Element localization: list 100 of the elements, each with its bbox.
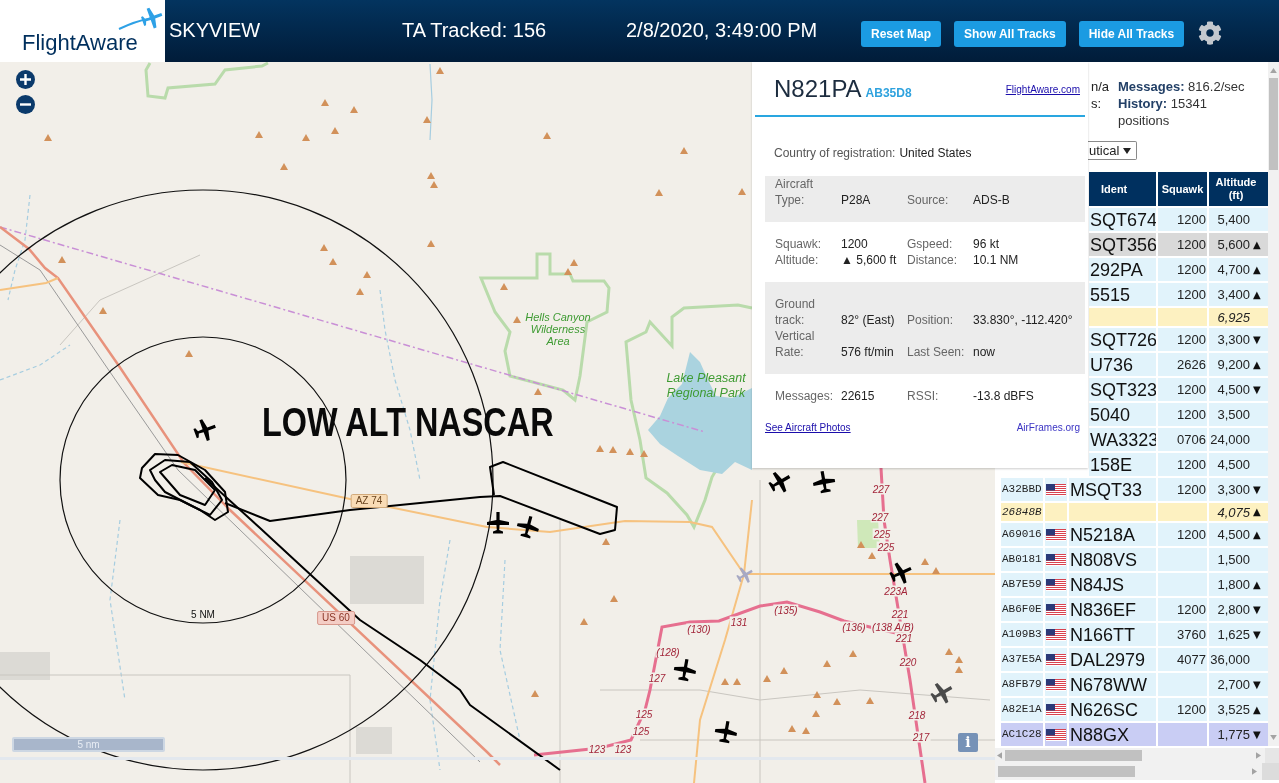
altitude-value: 3,300 — [1217, 482, 1250, 497]
hex-code: A82E1A — [1002, 703, 1042, 716]
plus-icon — [20, 74, 31, 85]
table-row[interactable]: U736 2626 9,200 ▲ — [1089, 353, 1268, 376]
table-row[interactable]: AB7E59 N84JS 1,800 ▲ — [1001, 573, 1268, 596]
table-row[interactable]: A32BBD MSQT33 1200 3,300 ▼ — [1001, 478, 1268, 501]
photos-link[interactable]: See Aircraft Photos — [765, 422, 851, 434]
app-title: SKYVIEW — [169, 19, 261, 41]
aircraft-hex-code: AB35D8 — [865, 86, 912, 100]
airplane-icon[interactable] — [193, 419, 216, 441]
table-row[interactable]: 6,925 — [1089, 308, 1268, 326]
field-value: 10.1 NM — [973, 252, 1020, 268]
peak-icon — [423, 116, 431, 123]
trend-arrow: ▼ — [1253, 678, 1261, 691]
table-row[interactable]: A109B3 N166TT 3760 1,625 ▼ — [1001, 623, 1268, 646]
peak-icon — [331, 127, 339, 134]
field-value: 33.830°, -112.420° — [973, 312, 1074, 328]
peak-icon — [427, 240, 435, 247]
trend-arrow: ▲ — [1253, 288, 1261, 301]
scrollbar-thumb[interactable] — [1005, 750, 1142, 761]
column-header[interactable]: Altitude (ft) — [1209, 176, 1263, 202]
field-value: 576 ft/min — [841, 344, 895, 360]
minus-icon — [20, 103, 31, 106]
stat-line: History: 15341 positions — [1118, 95, 1208, 129]
field-label: Vertical Rate: — [775, 328, 816, 360]
ident-text: N678WW — [1070, 674, 1147, 695]
place-label: Lake Pleasant Regional Park — [665, 371, 747, 400]
altitude-value: 4,500 — [1217, 527, 1250, 542]
table-row[interactable]: 292PA 1200 4,700 ▲ — [1089, 258, 1268, 281]
airframes-link[interactable]: AirFrames.org — [1016, 422, 1080, 434]
airplane-icon[interactable] — [813, 470, 836, 494]
ident-text: N166TT — [1070, 624, 1136, 645]
field-value: 1200 — [841, 236, 869, 252]
airplane-icon[interactable] — [487, 512, 509, 534]
table-row[interactable]: A69016 N5218A 1200 4,500 ▲ — [1001, 523, 1268, 546]
ident-text: N5218A — [1070, 524, 1136, 545]
altitude-value: 2,700 — [1217, 677, 1250, 692]
squawk-text: 1200 — [1177, 262, 1206, 277]
altitude-value: 24,000 — [1210, 432, 1250, 447]
field-label: Country of registration: — [774, 145, 896, 161]
exit-label: 125 — [634, 708, 654, 720]
hex-code: A37E5A — [1002, 653, 1042, 666]
zoom-out-button[interactable] — [16, 95, 35, 114]
flightaware-link[interactable]: FlightAware.com — [1005, 84, 1080, 96]
peak-icon — [866, 697, 874, 704]
altitude-value: 6,925 — [1217, 309, 1250, 325]
field-value: P28A — [841, 192, 872, 208]
peak-icon — [356, 288, 364, 295]
peak-icon — [58, 256, 66, 263]
exit-label: 225 — [876, 541, 896, 553]
peak-icon — [655, 189, 663, 196]
peak-icon — [321, 99, 329, 106]
table-row[interactable]: A37E5A DAL2979 4077 36,000 — [1001, 648, 1268, 671]
ident-text: N84JS — [1070, 574, 1125, 595]
date-time: 2/8/2020, 3:49:00 PM — [626, 19, 818, 41]
table-row[interactable]: 26848B 4,075 ▲ — [1001, 503, 1268, 521]
exit-label: (138 A/B) — [871, 621, 915, 633]
scrollbar-thumb[interactable] — [1269, 78, 1278, 170]
table-row[interactable]: AB0181 N808VS 1,500 — [1001, 548, 1268, 571]
altitude-value: 1,625 — [1217, 627, 1250, 642]
flag-icon — [1046, 603, 1066, 616]
peak-icon — [823, 660, 831, 667]
table-row[interactable]: AB6F0E N836EF 1200 2,800 ▼ — [1001, 598, 1268, 621]
table-row[interactable]: 5040 1200 3,500 — [1089, 403, 1268, 426]
table-row[interactable]: A8FB79 N678WW 2,700 ▼ — [1001, 673, 1268, 696]
squawk-text: 1200 — [1177, 212, 1206, 227]
zoom-in-button[interactable] — [16, 70, 35, 89]
table-row[interactable]: WA3323 0706 24,000 — [1089, 428, 1268, 451]
field-value: 22615 — [841, 388, 876, 404]
column-header[interactable]: Squawk — [1161, 182, 1204, 196]
ident-text: N836EF — [1070, 599, 1137, 620]
airplane-icon[interactable] — [673, 658, 696, 682]
airplane-icon[interactable] — [930, 682, 953, 704]
peak-icon — [302, 134, 310, 141]
table-row[interactable]: SQT356 1200 5,600 ▲ — [1089, 233, 1268, 256]
field-label: Messages: — [775, 388, 835, 404]
airplane-icon[interactable] — [889, 562, 912, 584]
table-row[interactable]: SQT674 1200 5,400 — [1089, 208, 1268, 231]
airplane-icon[interactable] — [516, 515, 539, 539]
altitude-value: 4,500 — [1217, 457, 1250, 472]
field-value: ▲ 5,600 ft — [841, 252, 898, 268]
table-row[interactable]: SQT726 1200 3,300 ▼ — [1089, 328, 1268, 351]
settings-icon[interactable] — [1198, 20, 1223, 45]
airplane-icon[interactable] — [714, 720, 737, 744]
hex-code: AB7E59 — [1002, 578, 1042, 591]
trend-arrow: ▲ — [1253, 506, 1261, 518]
altitude-value: 9,200 — [1217, 357, 1250, 372]
altitude-value: 4,500 — [1217, 382, 1250, 397]
exit-label: 123 — [587, 743, 607, 755]
exit-label: 125 — [631, 725, 651, 737]
table-row[interactable]: SQT323 1200 4,500 ▼ — [1089, 378, 1268, 401]
table-row[interactable]: 158E 1200 4,500 — [1089, 453, 1268, 476]
table-row[interactable]: A82E1A N626SC 1200 3,525 ▲ — [1001, 698, 1268, 721]
scrollbar-thumb[interactable] — [998, 766, 1135, 777]
airplane-icon[interactable] — [768, 471, 791, 493]
column-header[interactable]: Ident — [1101, 182, 1128, 196]
table-row[interactable]: AC1C28 N88GX 1,775 ▼ — [1001, 723, 1268, 746]
route-shield: AZ 74 — [350, 494, 388, 508]
ident-text: N88GX — [1070, 724, 1130, 745]
table-row[interactable]: 5515 1200 3,400 ▲ — [1089, 283, 1268, 306]
